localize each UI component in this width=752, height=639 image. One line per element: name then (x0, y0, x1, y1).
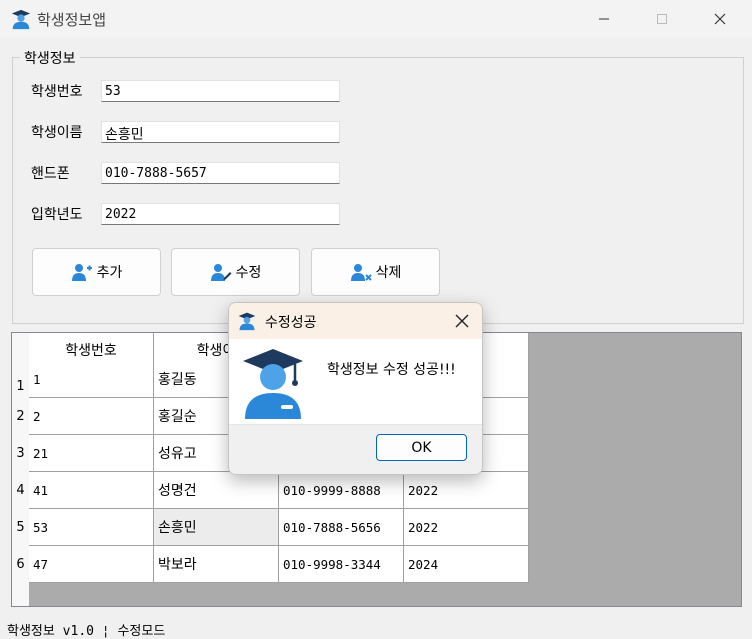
add-user-icon (71, 264, 92, 281)
phone-label: 핸드폰 (31, 166, 70, 182)
add-button[interactable]: 추가 (32, 248, 161, 296)
edit-user-icon (210, 264, 232, 281)
table-cell[interactable]: 2024 (404, 546, 529, 583)
phone-input[interactable]: 010-7888-5657 (101, 162, 340, 184)
corner-header (12, 333, 29, 368)
table-cell[interactable]: 2 (29, 398, 154, 435)
dialog-footer: OK (229, 424, 482, 474)
window-title: 학생정보앱 (37, 11, 107, 29)
maximize-icon (657, 14, 667, 24)
table-cell[interactable]: 010-9998-3344 (279, 546, 404, 583)
delete-button-label: 삭제 (375, 265, 402, 281)
admission-year-input[interactable]: 2022 (101, 203, 340, 225)
student-name-input[interactable]: 손흥민 (101, 121, 340, 143)
table-cell[interactable]: 21 (29, 435, 154, 472)
row-header-empty (12, 583, 29, 606)
title-bar: 학생정보앱 (0, 0, 752, 38)
success-dialog: 수정성공 학생정보 수정 성공!!! OK (228, 302, 483, 475)
row-header[interactable]: 6 (12, 546, 29, 583)
table-cell[interactable]: 2022 (404, 472, 529, 509)
table-cell[interactable]: 성명건 (154, 472, 279, 509)
close-icon (714, 13, 726, 25)
table-cell[interactable]: 47 (29, 546, 154, 583)
row-header[interactable]: 5 (12, 509, 29, 546)
maximize-button[interactable] (636, 0, 688, 38)
minimize-icon (599, 18, 609, 20)
table-cell[interactable]: 53 (29, 509, 154, 546)
row-header[interactable]: 4 (12, 472, 29, 509)
table-cell[interactable]: 010-9999-8888 (279, 472, 404, 509)
table-cell[interactable]: 1 (29, 361, 154, 398)
delete-user-icon (350, 264, 372, 281)
minimize-button[interactable] (578, 0, 630, 38)
row-header[interactable]: 2 (12, 398, 29, 435)
close-icon (455, 314, 469, 328)
table-cell[interactable]: 2022 (404, 509, 529, 546)
table-cell[interactable]: 박보라 (154, 546, 279, 583)
edit-button[interactable]: 수정 (171, 248, 300, 296)
row-header[interactable]: 3 (12, 435, 29, 472)
student-number-input[interactable]: 53 (101, 80, 340, 102)
status-bar: 학생정보 v1.0 ¦ 수정모드 (0, 617, 752, 639)
edit-button-label: 수정 (235, 265, 262, 281)
add-button-label: 추가 (96, 265, 123, 281)
ok-button[interactable]: OK (376, 434, 467, 461)
student-icon (243, 349, 303, 419)
status-text: 학생정보 v1.0 ¦ 수정모드 (7, 624, 166, 639)
selected-table-cell[interactable]: 손흥민 (154, 509, 279, 546)
dialog-message: 학생정보 수정 성공!!! (327, 362, 456, 378)
delete-button[interactable]: 삭제 (311, 248, 440, 296)
student-number-label: 학생번호 (31, 84, 83, 100)
table-cell[interactable]: 010-7888-5656 (279, 509, 404, 546)
close-button[interactable] (694, 0, 746, 38)
table-cell[interactable]: 41 (29, 472, 154, 509)
dialog-title-bar: 수정성공 (229, 303, 482, 339)
group-label: 학생정보 (20, 48, 80, 68)
dialog-title: 수정성공 (265, 315, 317, 331)
admission-year-label: 입학년도 (31, 207, 83, 223)
student-name-label: 학생이름 (31, 125, 83, 141)
dialog-close-button[interactable] (450, 309, 474, 333)
student-icon (11, 9, 31, 30)
student-icon (238, 312, 256, 331)
